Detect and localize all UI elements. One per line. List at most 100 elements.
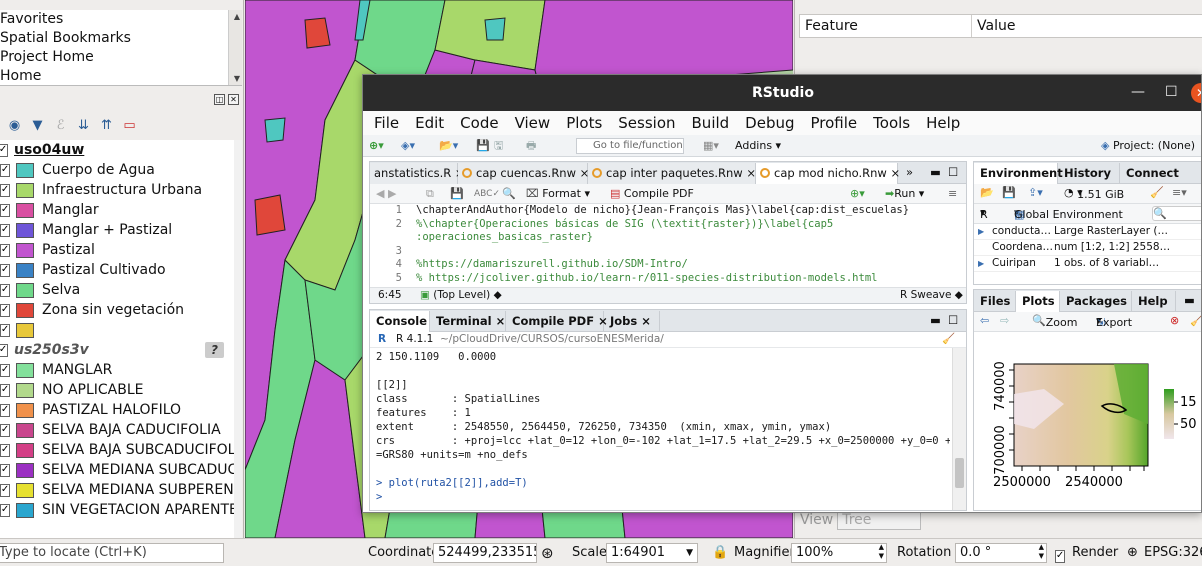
legend-item[interactable]: ✓ MANGLAR [0,360,242,380]
menu-edit[interactable]: Edit [415,114,444,132]
menu-view[interactable]: View [515,114,551,132]
magnifier-spinbox[interactable]: 100% ▲ ▼ [791,543,887,563]
remove-layer-icon[interactable]: ▭ [121,117,138,134]
layer-visibility-checkbox[interactable]: ✓ [0,343,8,357]
environment-row[interactable]: ▶ conducta… Large RasterLayer (… [974,224,1201,240]
tab-help[interactable]: Help [1132,291,1176,312]
chevron-down-icon[interactable]: ▼ [686,544,693,562]
menu-session[interactable]: Session [618,114,675,132]
expand-object-icon[interactable]: ▶ [978,259,984,268]
save-workspace-icon[interactable]: 💾 [1002,186,1016,199]
tab-files[interactable]: Files [974,291,1016,312]
legend-item[interactable]: ✓ SIN VEGETACION APARENTE [0,500,242,520]
legend-item[interactable]: ✓ SELVA MEDIANA SUBCADUC [0,460,242,480]
spellcheck-icon[interactable]: ABC✓ [474,186,500,202]
code-area[interactable]: 1 \chapterAndAuthor{Modelo de nicho}{Jean… [370,204,966,287]
tab-history[interactable]: History [1058,163,1120,184]
memory-usage[interactable]: ◔ 1.51 GiB ▾ [1064,186,1124,201]
layer-group-row[interactable]: ✓ uso04uw [0,140,242,160]
tab-cap-mod-nicho[interactable]: cap mod nicho.Rnw × [756,163,900,184]
clear-plots-icon[interactable]: 🧹 [1190,314,1201,327]
minimize-icon[interactable]: — [1131,84,1145,100]
next-plot-icon[interactable]: ⇨ [1000,314,1009,327]
browser-item[interactable]: Spatial Bookmarks [0,29,242,48]
legend-item-checkbox[interactable]: ✓ [0,243,10,257]
legend-item-checkbox[interactable]: ✓ [0,183,10,197]
environment-row[interactable]: ▶ Cuiripan 1 obs. of 8 variabl… [974,256,1201,272]
console-path[interactable]: ~/pCloudDrive/CURSOS/cursoENESMerida/ [440,333,664,345]
eye-icon[interactable]: ◉ [6,117,23,134]
minimize-pane-icon[interactable]: ▬ [1184,293,1195,307]
column-value[interactable]: Value [972,15,1202,37]
menu-build[interactable]: Build [692,114,730,132]
legend-item[interactable]: ✓ Pastizal Cultivado [0,260,242,280]
tab-connections[interactable]: Connect [1120,163,1201,184]
legend-item-checkbox[interactable]: ✓ [0,463,10,477]
environment-search-input[interactable]: 🔍 [1152,206,1201,221]
maximize-pane-icon[interactable]: ☐ [948,165,958,179]
scroll-down-icon[interactable]: ▼ [234,74,240,83]
more-tabs-icon[interactable]: » [906,165,913,179]
legend-item[interactable]: ✓ NO APLICABLE [0,380,242,400]
scroll-thumb[interactable] [955,458,964,488]
zoom-button[interactable]: 🔍 Zoom [1032,314,1077,329]
console-output[interactable]: 2 150.1109 0.0000 [[2]] class : SpatialLin… [376,350,950,510]
layer-group-row[interactable]: ✓ us250s3v? [0,340,242,360]
legend-item[interactable]: ✓ Pastizal [0,240,242,260]
column-feature[interactable]: Feature [800,15,972,37]
view-mode-select[interactable]: Tree [837,510,922,530]
legend-item[interactable]: ✓ Infraestructura Urbana [0,180,242,200]
open-file-icon[interactable]: 📂▾ [439,138,458,154]
legend-item[interactable]: ✓ Cuerpo de Agua [0,160,242,180]
maximize-pane-icon[interactable]: ☐ [948,313,958,327]
run-button[interactable]: ➡Run ▾ [885,186,924,202]
scale-combo[interactable]: 1:64901 ▼ [606,543,698,563]
legend-item-checkbox[interactable]: ✓ [0,163,10,177]
close-panel-icon[interactable]: ✕ [228,94,239,105]
insert-chunk-icon[interactable]: ⊕▾ [850,186,865,202]
filter-icon[interactable]: ▼ [29,117,46,134]
legend-item-checkbox[interactable]: ✓ [0,283,10,297]
tab-anstatistics[interactable]: anstatistics.R × [370,163,465,184]
mouse-pointer-icon[interactable]: ⊛ [541,543,554,563]
legend-item[interactable]: ✓ Selva [0,280,242,300]
menu-file[interactable]: File [374,114,399,132]
remove-plot-icon[interactable]: ⊗ [1170,314,1179,327]
tab-packages[interactable]: Packages [1060,291,1132,312]
legend-item-checkbox[interactable]: ✓ [0,423,10,437]
menu-help[interactable]: Help [926,114,960,132]
legend-item-checkbox[interactable]: ✓ [0,503,10,517]
save-icon[interactable]: 💾 [476,138,490,154]
coordinate-input[interactable]: 524499,2335158 [433,543,537,563]
crs-label[interactable]: EPSG:32614 [1144,543,1202,563]
legend-item-checkbox[interactable]: ✓ [0,403,10,417]
scroll-up-icon[interactable]: ▲ [234,12,240,21]
close-tab-icon[interactable]: × [890,166,900,180]
new-file-icon[interactable]: ⊕▾ [369,138,384,154]
menu-code[interactable]: Code [460,114,498,132]
menu-tools[interactable]: Tools [873,114,910,132]
browser-item[interactable]: Home [0,67,242,85]
collapse-all-icon[interactable]: ⇈ [98,117,115,134]
expand-all-icon[interactable]: ⇊ [75,117,92,134]
lock-icon[interactable]: 🔒 [712,543,728,563]
tab-terminal[interactable]: Terminal × [430,311,506,332]
legend-item[interactable]: ✓ Manglar + Pastizal [0,220,242,240]
save-icon[interactable]: 💾 [450,186,464,202]
legend-item-checkbox[interactable]: ✓ [0,363,10,377]
legend-item[interactable]: ✓ SELVA MEDIANA SUBPEREN [0,480,242,500]
save-all-icon[interactable]: 🖫 [494,138,503,154]
legend-item[interactable]: ✓ PASTIZAL HALOFILO [0,400,242,420]
rotation-spinbox[interactable]: 0.0 ° ▲ ▼ [955,543,1047,563]
console-scrollbar[interactable] [952,348,966,510]
raster-plot[interactable]: 2500000 2540000 740000700000 1550 [974,334,1202,511]
legend-item[interactable]: ✓ SELVA BAJA CADUCIFOLIA [0,420,242,440]
legend-item-checkbox[interactable]: ✓ [0,263,10,277]
tab-compile-pdf[interactable]: Compile PDF × [506,311,608,332]
list-view-icon[interactable]: ≡▾ [1172,186,1187,199]
menu-debug[interactable]: Debug [745,114,794,132]
outline-icon[interactable]: ≡ [948,186,957,202]
float-panel-icon[interactable]: ◫ [214,94,225,105]
scope-selector[interactable]: ▣ (Top Level) ◆ [420,289,502,301]
language-select[interactable]: R ▾ [980,206,988,221]
